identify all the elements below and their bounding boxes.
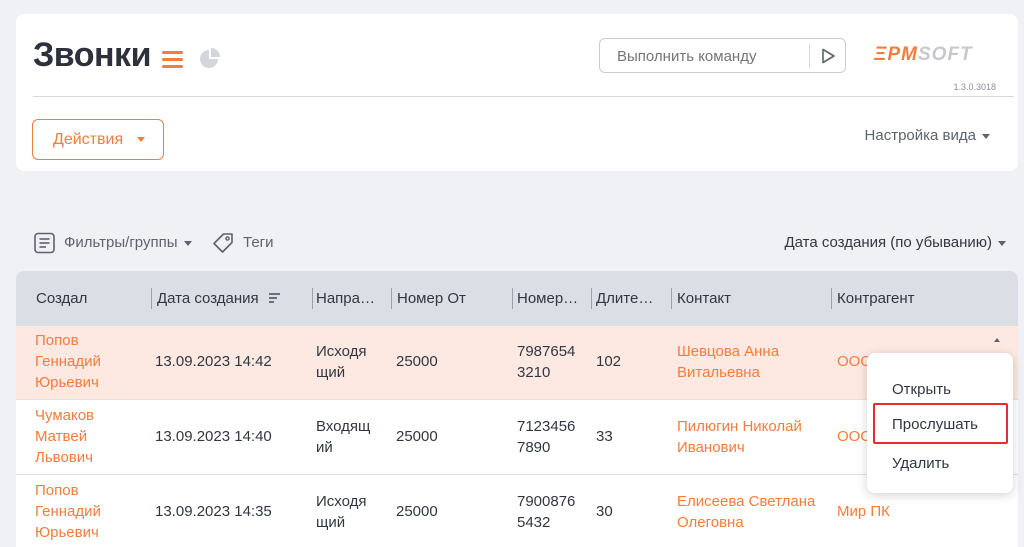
collapse-row-icon[interactable] — [994, 338, 1000, 342]
command-box — [599, 38, 846, 73]
column-header-direction[interactable]: Напра… — [316, 271, 375, 326]
filters-label: Фильтры/группы — [64, 234, 178, 251]
column-divider[interactable] — [312, 288, 313, 309]
tags-label[interactable]: Теги — [243, 234, 274, 251]
date-cell: 13.09.2023 14:35 — [155, 503, 272, 520]
date-cell: 13.09.2023 14:40 — [155, 428, 272, 445]
chevron-down-icon — [982, 133, 990, 139]
top-panel: Звонки ΞPMSOFT 1.3.0.3018 Действия Настр… — [16, 14, 1018, 171]
logo: ΞPMSOFT — [874, 44, 973, 65]
actions-button[interactable]: Действия — [32, 119, 164, 160]
created-by-link[interactable]: Попов Геннадий Юрьевич — [35, 480, 101, 543]
view-settings-label: Настройка вида — [864, 127, 976, 144]
sort-dropdown[interactable]: Дата создания (по убыванию) — [784, 234, 1006, 251]
menu-item-open[interactable]: Открыть — [892, 381, 951, 398]
date-cell: 13.09.2023 14:42 — [155, 353, 272, 370]
column-divider[interactable] — [591, 288, 592, 309]
duration-cell: 30 — [596, 503, 613, 520]
chevron-down-icon — [998, 240, 1006, 246]
actions-button-label: Действия — [53, 130, 124, 148]
tag-icon[interactable] — [212, 232, 234, 254]
command-input[interactable] — [617, 48, 797, 65]
list-view-icon[interactable] — [162, 51, 183, 68]
to-number-cell: 7123456 7890 — [517, 418, 576, 456]
table-header: Создал Дата создания Напра… Номер От Ном… — [16, 271, 1018, 326]
created-by-link[interactable]: Чумаков Матвей Львович — [35, 405, 94, 468]
direction-cell: Исходя щий — [316, 493, 367, 531]
filter-list-icon[interactable] — [34, 232, 55, 254]
column-header-duration[interactable]: Длите… — [596, 271, 653, 326]
direction-cell: Входящ ий — [316, 418, 371, 456]
column-header-date[interactable]: Дата создания — [157, 271, 280, 326]
sort-label: Дата создания (по убыванию) — [784, 234, 992, 251]
divider — [33, 96, 1014, 97]
chevron-down-icon — [183, 240, 192, 246]
pie-chart-icon[interactable] — [198, 48, 220, 70]
filters-dropdown[interactable]: Фильтры/группы — [64, 234, 192, 251]
from-number-cell: 25000 — [396, 503, 438, 520]
from-number-cell: 25000 — [396, 428, 438, 445]
column-divider[interactable] — [512, 288, 513, 309]
direction-cell: Исходя щий — [316, 343, 367, 381]
contact-link[interactable]: Пилюгин Николай Иванович — [677, 416, 802, 458]
from-number-cell: 25000 — [396, 353, 438, 370]
row-context-menu: Открыть Прослушать Удалить — [867, 353, 1013, 493]
view-settings-button[interactable]: Настройка вида — [865, 127, 990, 144]
column-header-date-label: Дата создания — [157, 290, 259, 307]
column-divider[interactable] — [151, 288, 152, 309]
to-number-cell: 7900876 5432 — [517, 493, 576, 531]
column-header-to-number[interactable]: Номер… — [517, 271, 578, 326]
duration-cell: 33 — [596, 428, 613, 445]
column-divider[interactable] — [391, 288, 392, 309]
version-label: 1.3.0.3018 — [953, 82, 996, 92]
column-divider[interactable] — [671, 288, 672, 309]
page-title: Звонки — [33, 36, 151, 74]
menu-item-listen[interactable]: Прослушать — [892, 416, 978, 433]
column-header-contact[interactable]: Контакт — [677, 271, 731, 326]
duration-cell: 102 — [596, 353, 622, 370]
to-number-cell: 7987654 3210 — [517, 343, 576, 381]
account-link[interactable]: Мир ПК — [837, 501, 890, 522]
column-header-account[interactable]: Контрагент — [837, 271, 915, 326]
column-header-created-by[interactable]: Создал — [36, 271, 87, 326]
column-divider[interactable] — [831, 288, 832, 309]
contact-link[interactable]: Шевцова Анна Витальевна — [677, 341, 779, 383]
play-icon[interactable] — [820, 48, 836, 64]
sort-descending-icon[interactable] — [268, 293, 280, 304]
menu-item-delete[interactable]: Удалить — [892, 455, 949, 472]
column-header-from-number[interactable]: Номер От — [397, 271, 466, 326]
command-divider — [809, 44, 810, 68]
created-by-link[interactable]: Попов Геннадий Юрьевич — [35, 330, 101, 393]
chevron-down-icon — [137, 137, 145, 142]
contact-link[interactable]: Елисеева Светлана Олеговна — [677, 491, 815, 533]
